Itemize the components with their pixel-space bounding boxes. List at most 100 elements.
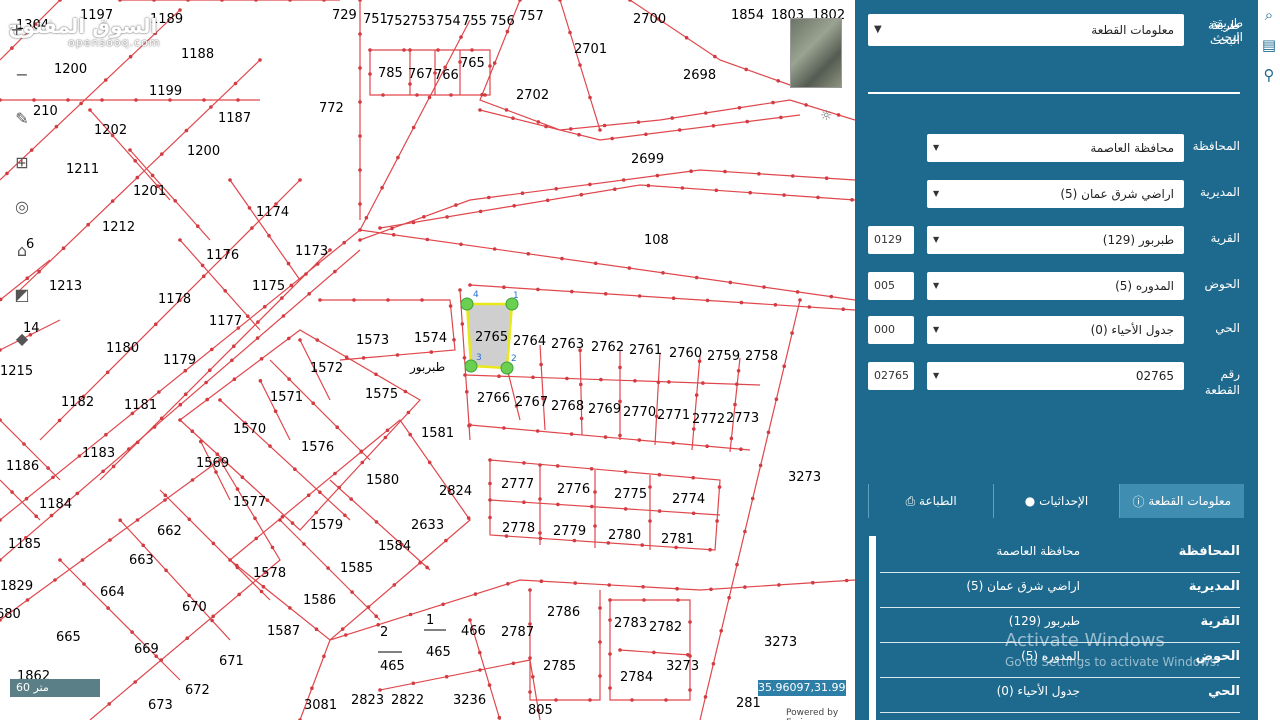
layers-icon[interactable]: ▤ <box>1258 30 1280 60</box>
parcel-number-label[interactable]: 2778 <box>502 521 535 536</box>
parcel-number-label[interactable]: 673 <box>148 698 173 713</box>
parcel-number-label[interactable]: 1201 <box>133 184 166 199</box>
parcel-number-label[interactable]: 1184 <box>39 497 72 512</box>
parcel-number-label[interactable]: 753 <box>410 14 435 29</box>
parcel-number-label[interactable]: 767 <box>408 67 433 82</box>
parcel-number-label[interactable]: 1213 <box>49 279 82 294</box>
parcel-number-label[interactable]: 2773 <box>726 411 759 426</box>
parcel-number-label[interactable]: 752 <box>386 14 411 29</box>
parcel-number-label[interactable]: 2774 <box>672 492 705 507</box>
parcel-number-label[interactable]: 729 <box>332 8 357 23</box>
compass-icon[interactable]: ◆ <box>8 324 36 352</box>
measure-icon[interactable]: ⊞ <box>8 148 36 176</box>
parcel-number-label[interactable]: 3273 <box>764 635 797 650</box>
parcel-number-label[interactable]: 670 <box>182 600 207 615</box>
parcel-number-label[interactable]: 772 <box>319 101 344 116</box>
home-icon[interactable]: ⌂ <box>8 236 36 264</box>
parcel-number-label[interactable]: 2771 <box>657 408 690 423</box>
parcel-number-label[interactable]: 1174 <box>256 205 289 220</box>
field-code-input[interactable]: 0129 <box>868 226 914 254</box>
parcel-number-label[interactable]: 1200 <box>187 144 220 159</box>
parcel-number-label[interactable]: 1581 <box>421 426 454 441</box>
parcel-number-label[interactable]: 757 <box>519 9 544 24</box>
zoom-out-icon[interactable]: − <box>8 60 36 88</box>
parcel-number-label[interactable]: 805 <box>528 703 553 718</box>
field-select[interactable]: 02765 ▼ <box>927 362 1184 390</box>
parcel-number-label[interactable]: 1570 <box>233 422 266 437</box>
parcel-number-label[interactable]: 2762 <box>591 340 624 355</box>
parcel-number-label[interactable]: 281 <box>736 696 761 711</box>
parcel-number-label[interactable]: 2822 <box>391 693 424 708</box>
parcel-number-label[interactable]: 3273 <box>788 470 821 485</box>
parcel-number-label[interactable]: 1186 <box>6 459 39 474</box>
parcel-number-label[interactable]: 1173 <box>295 244 328 259</box>
parcel-number-label[interactable]: 751 <box>363 12 388 27</box>
vertex-handle[interactable] <box>460 297 474 311</box>
parcel-number-label[interactable]: 2783 <box>614 616 647 631</box>
parcel-number-label[interactable]: 2782 <box>649 620 682 635</box>
parcel-number-label[interactable]: 2767 <box>515 395 548 410</box>
parcel-number-label[interactable]: 785 <box>378 66 403 81</box>
field-code-input[interactable]: 000 <box>868 316 914 344</box>
parcel-number-label[interactable]: 2776 <box>557 482 590 497</box>
search-method-select[interactable]: معلومات القطعة ▼ <box>868 14 1184 46</box>
field-select[interactable]: جدول الأحياء (0) ▼ <box>927 316 1184 344</box>
parcel-number-label[interactable]: 664 <box>100 585 125 600</box>
tab-coordinates[interactable]: الإحداثيات ● <box>993 484 1118 518</box>
locate-icon[interactable]: ◎ <box>8 192 36 220</box>
parcel-number-label[interactable]: 2787 <box>501 625 534 640</box>
parcel-number-label[interactable]: 2781 <box>661 532 694 547</box>
field-select[interactable]: المدوره (5) ▼ <box>927 272 1184 300</box>
parcel-number-label[interactable]: 669 <box>134 642 159 657</box>
parcel-number-label[interactable]: 2777 <box>501 477 534 492</box>
parcel-number-label[interactable]: 2699 <box>631 152 664 167</box>
parcel-number-label[interactable]: 1572 <box>310 361 343 376</box>
parcel-number-label[interactable]: 2786 <box>547 605 580 620</box>
parcel-number-label[interactable]: 2824 <box>439 484 472 499</box>
parcel-number-label[interactable]: 2702 <box>516 88 549 103</box>
field-code-input[interactable]: 005 <box>868 272 914 300</box>
parcel-number-label[interactable]: 2763 <box>551 337 584 352</box>
parcel-number-label[interactable]: 466 <box>461 624 486 639</box>
parcel-number-label[interactable]: 2784 <box>620 670 653 685</box>
chart-icon[interactable]: ◩ <box>8 280 36 308</box>
search-icon[interactable]: ⌕ <box>1258 0 1280 30</box>
parcel-number-label[interactable]: 1829 <box>0 579 33 594</box>
parcel-number-label[interactable]: 2760 <box>669 346 702 361</box>
parcel-number-label[interactable]: 1182 <box>61 395 94 410</box>
parcel-number-label[interactable]: 1571 <box>270 390 303 405</box>
parcel-number-label[interactable]: 1586 <box>303 593 336 608</box>
parcel-number-label[interactable]: 2701 <box>574 42 607 57</box>
parcel-number-label[interactable]: 2766 <box>477 391 510 406</box>
parcel-number-label[interactable]: 2633 <box>411 518 444 533</box>
parcel-number-label[interactable]: 2823 <box>351 693 384 708</box>
parcel-number-label[interactable]: 3236 <box>453 693 486 708</box>
parcel-number-label[interactable]: 1587 <box>267 624 300 639</box>
parcel-number-label[interactable]: 2700 <box>633 12 666 27</box>
parcel-number-label[interactable]: 2761 <box>629 343 662 358</box>
parcel-number-label[interactable]: 1578 <box>253 566 286 581</box>
pencil-icon[interactable]: ✎ <box>8 104 36 132</box>
parcel-number-label[interactable]: 1579 <box>310 518 343 533</box>
parcel-number-label[interactable]: 1854 <box>731 8 764 23</box>
parcel-number-label[interactable]: 1178 <box>158 292 191 307</box>
map-view[interactable]: 4 1 2 3 2765 1304 1197 1189 729 751 752 753 754… <box>0 0 855 720</box>
parcel-number-label[interactable]: 663 <box>129 553 154 568</box>
parcel-number-label[interactable]: 1212 <box>102 220 135 235</box>
parcel-number-label[interactable]: 2780 <box>608 528 641 543</box>
parcel-number-label[interactable]: 1202 <box>94 123 127 138</box>
parcel-number-label[interactable]: 2768 <box>551 399 584 414</box>
parcel-number-label[interactable]: 2775 <box>614 487 647 502</box>
parcel-number-label[interactable]: 2772 <box>692 412 725 427</box>
parcel-number-label[interactable]: 2759 <box>707 349 740 364</box>
parcel-number-label[interactable]: 1580 <box>366 473 399 488</box>
parcel-number-label[interactable]: 766 <box>434 68 459 83</box>
parcel-number-label[interactable]: 1177 <box>209 314 242 329</box>
parcel-number-label[interactable]: 671 <box>219 654 244 669</box>
field-select[interactable]: محافظة العاصمة ▼ <box>927 134 1184 162</box>
parcel-number-label[interactable]: 3081 <box>304 698 337 713</box>
parcel-number-label[interactable]: 1569 <box>196 456 229 471</box>
parcel-map-canvas[interactable]: 4 1 2 3 2765 13041197 1189 729 751752 753 754… <box>0 0 855 720</box>
parcel-number-label[interactable]: 755 <box>462 14 487 29</box>
parcel-number-label[interactable]: 1573 <box>356 333 389 348</box>
